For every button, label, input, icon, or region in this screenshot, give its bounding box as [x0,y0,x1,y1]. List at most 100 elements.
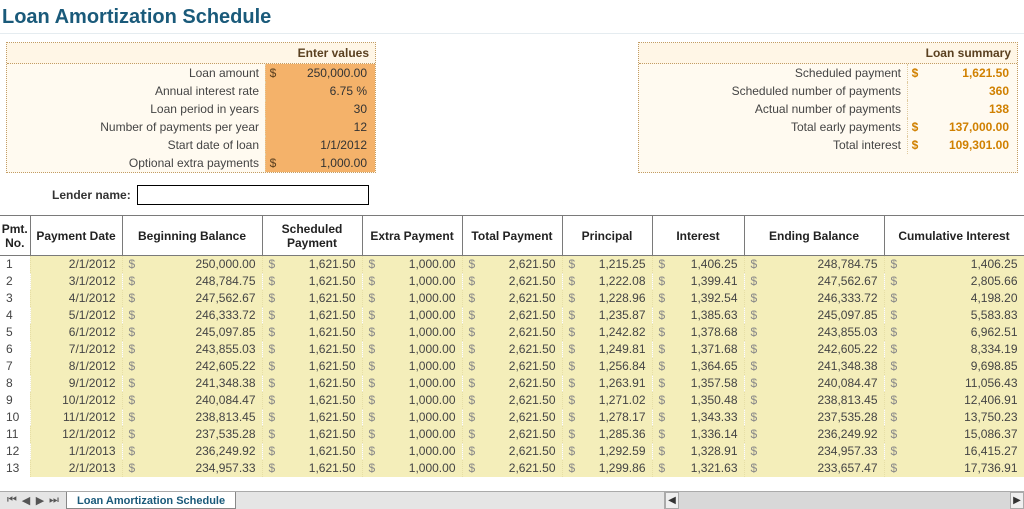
summary-row: Actual number of payments138 [639,100,1017,118]
cell-total: $2,621.50 [462,324,562,341]
table-row[interactable]: 67/1/2012$243,855.03$1,621.50$1,000.00$2… [0,341,1024,358]
cell-beg: $247,562.67 [122,290,262,307]
input-cell[interactable]: $1,000.00 [265,154,375,172]
cell-date: 7/1/2012 [30,341,122,358]
cell-int: $1,406.25 [652,256,744,273]
scroll-right-button[interactable]: ▶ [1010,492,1024,509]
cell-date: 10/1/2012 [30,392,122,409]
cell-total: $2,621.50 [462,358,562,375]
cell-sched: $1,621.50 [262,341,362,358]
col-header[interactable]: Payment Date [30,216,122,256]
cell-sched: $1,621.50 [262,256,362,273]
input-cell[interactable]: 30 [265,100,375,118]
col-header[interactable]: Principal [562,216,652,256]
cell-pmt-no: 5 [0,324,30,341]
cell-pmt-no: 6 [0,341,30,358]
cell-beg: $245,097.85 [122,324,262,341]
cell-end: $246,333.72 [744,290,884,307]
cell-date: 11/1/2012 [30,409,122,426]
cell-total: $2,621.50 [462,307,562,324]
input-row: Number of payments per year12 [7,118,375,136]
table-row[interactable]: 910/1/2012$240,084.47$1,621.50$1,000.00$… [0,392,1024,409]
nav-prev-icon[interactable]: ◀ [20,494,32,507]
summary-row: Scheduled payment$1,621.50 [639,64,1017,82]
table-row[interactable]: 23/1/2012$248,784.75$1,621.50$1,000.00$2… [0,273,1024,290]
table-row[interactable]: 78/1/2012$242,605.22$1,621.50$1,000.00$2… [0,358,1024,375]
cell-pmt-no: 3 [0,290,30,307]
cell-prin: $1,278.17 [562,409,652,426]
cell-cum: $8,334.19 [884,341,1024,358]
horizontal-scrollbar[interactable]: ◀ ▶ [664,492,1024,509]
col-header[interactable]: Scheduled Payment [262,216,362,256]
table-row[interactable]: 1112/1/2012$237,535.28$1,621.50$1,000.00… [0,426,1024,443]
nav-last-icon[interactable]: ⏭ [48,494,60,507]
cell-int: $1,350.48 [652,392,744,409]
col-header[interactable]: Cumulative Interest [884,216,1024,256]
cell-prin: $1,222.08 [562,273,652,290]
cell-date: 5/1/2012 [30,307,122,324]
cell-pmt-no: 8 [0,375,30,392]
summary-label: Scheduled number of payments [639,82,907,100]
cell-cum: $16,415.27 [884,443,1024,460]
cell-pmt-no: 10 [0,409,30,426]
col-header[interactable]: Extra Payment [362,216,462,256]
nav-next-icon[interactable]: ▶ [34,494,46,507]
table-row[interactable]: 1011/1/2012$238,813.45$1,621.50$1,000.00… [0,409,1024,426]
cell-total: $2,621.50 [462,256,562,273]
cell-cum: $12,406.91 [884,392,1024,409]
inputs-header: Enter values [7,43,375,64]
cell-extra: $1,000.00 [362,324,462,341]
nav-first-icon[interactable]: ⏮ [6,494,18,507]
col-header[interactable]: Ending Balance [744,216,884,256]
col-header[interactable]: Pmt. No. [0,216,30,256]
currency-symbol: $ [266,66,280,80]
table-row[interactable]: 56/1/2012$245,097.85$1,621.50$1,000.00$2… [0,324,1024,341]
table-row[interactable]: 45/1/2012$246,333.72$1,621.50$1,000.00$2… [0,307,1024,324]
table-row[interactable]: 34/1/2012$247,562.67$1,621.50$1,000.00$2… [0,290,1024,307]
input-value: 250,000.00 [280,66,375,80]
cell-sched: $1,621.50 [262,460,362,477]
summary-cell: 138 [907,100,1017,118]
input-cell[interactable]: 12 [265,118,375,136]
col-header[interactable]: Beginning Balance [122,216,262,256]
summary-value: 360 [922,84,1017,98]
table-row[interactable]: 12/1/2012$250,000.00$1,621.50$1,000.00$2… [0,256,1024,273]
input-value: 30 [280,102,375,116]
cell-cum: $15,086.37 [884,426,1024,443]
lender-input[interactable] [137,185,369,205]
cell-cum: $9,698.85 [884,358,1024,375]
input-cell[interactable]: 6.75 % [265,82,375,100]
col-header[interactable]: Total Payment [462,216,562,256]
cell-cum: $5,583.83 [884,307,1024,324]
cell-beg: $246,333.72 [122,307,262,324]
cell-sched: $1,621.50 [262,375,362,392]
cell-date: 12/1/2012 [30,426,122,443]
cell-beg: $234,957.33 [122,460,262,477]
input-value: 1,000.00 [280,156,375,170]
sheet-nav[interactable]: ⏮ ◀ ▶ ⏭ [0,492,66,509]
table-row[interactable]: 121/1/2013$236,249.92$1,621.50$1,000.00$… [0,443,1024,460]
cell-total: $2,621.50 [462,273,562,290]
cell-int: $1,399.41 [652,273,744,290]
cell-prin: $1,263.91 [562,375,652,392]
table-row[interactable]: 89/1/2012$241,348.38$1,621.50$1,000.00$2… [0,375,1024,392]
input-cell[interactable]: $250,000.00 [265,64,375,82]
cell-extra: $1,000.00 [362,375,462,392]
input-cell[interactable]: 1/1/2012 [265,136,375,154]
cell-total: $2,621.50 [462,341,562,358]
summary-row: Scheduled number of payments 360 [639,82,1017,100]
sheet-tab[interactable]: Loan Amortization Schedule [66,492,236,509]
cell-cum: $11,056.43 [884,375,1024,392]
lender-label: Lender name: [52,188,131,202]
summary-panel: Loan summary Scheduled payment$1,621.50S… [638,42,1018,173]
scroll-left-button[interactable]: ◀ [665,492,679,509]
cell-prin: $1,299.86 [562,460,652,477]
col-header[interactable]: Interest [652,216,744,256]
summary-cell: 360 [907,82,1017,100]
cell-end: $237,535.28 [744,409,884,426]
schedule-area: Pmt. No.Payment DateBeginning BalanceSch… [0,215,1024,477]
cell-sched: $1,621.50 [262,290,362,307]
table-row[interactable]: 132/1/2013$234,957.33$1,621.50$1,000.00$… [0,460,1024,477]
schedule-table: Pmt. No.Payment DateBeginning BalanceSch… [0,215,1024,477]
cell-extra: $1,000.00 [362,290,462,307]
